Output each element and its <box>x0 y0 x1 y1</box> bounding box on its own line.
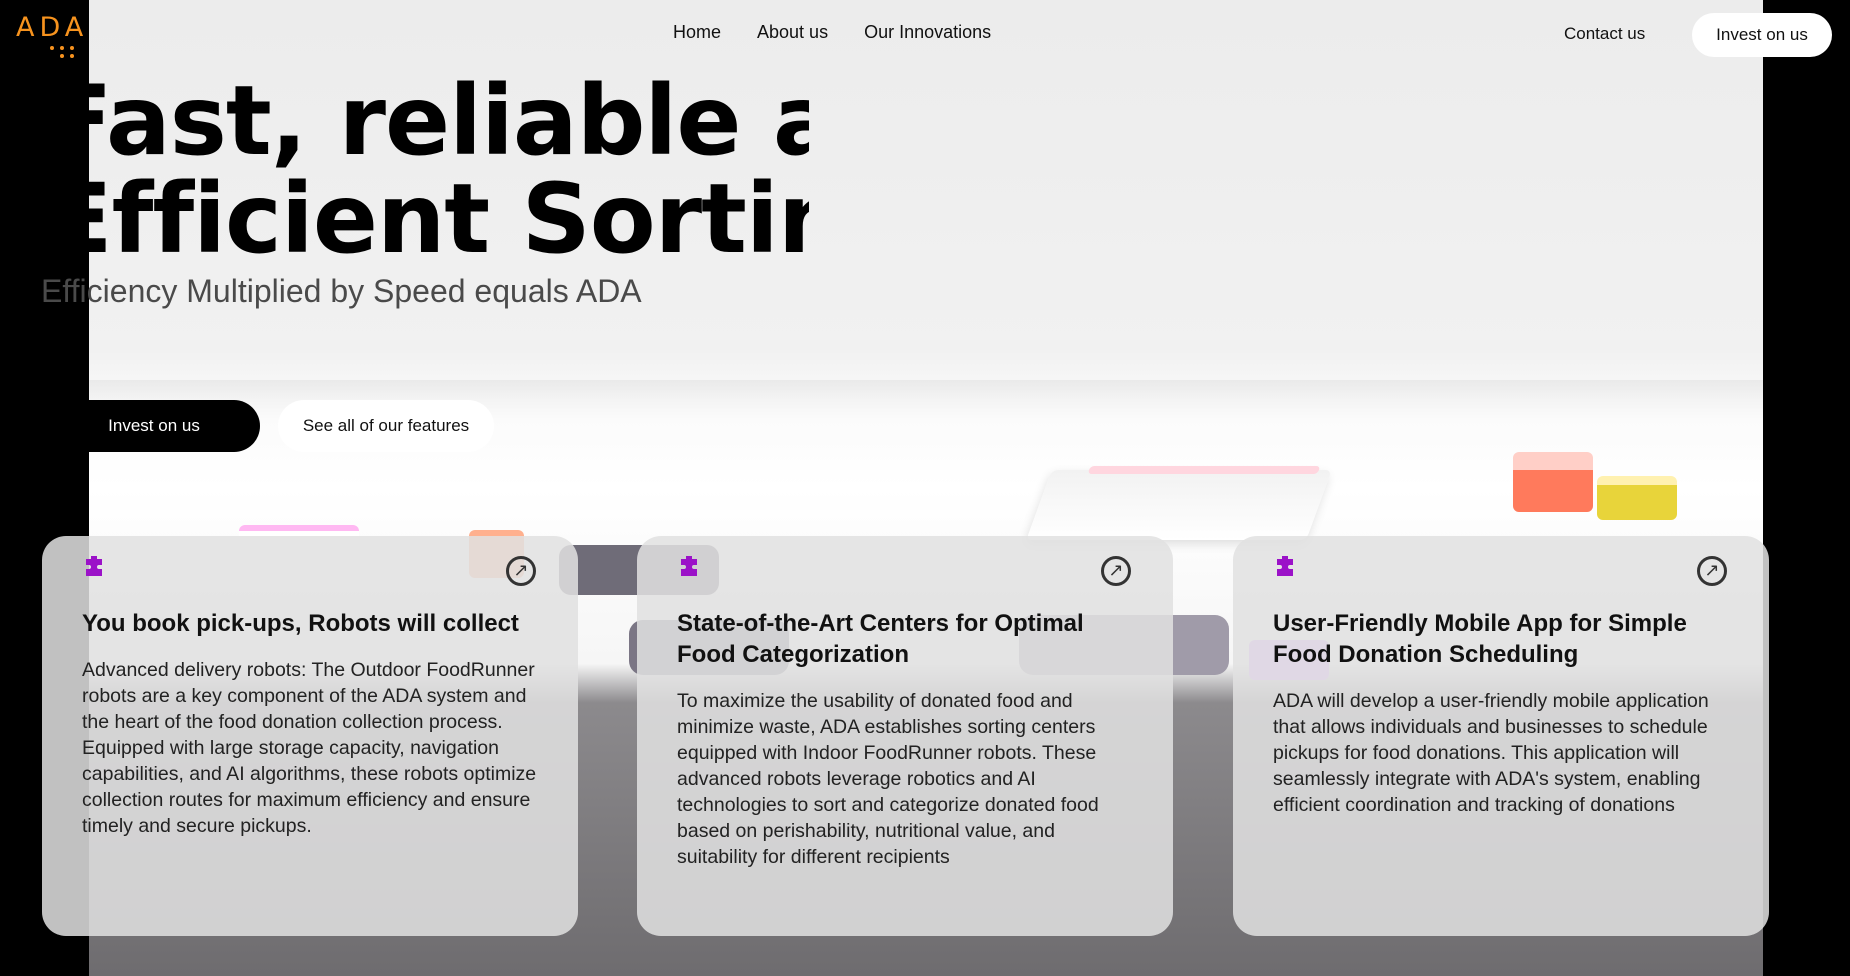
nav-contact-us[interactable]: Contact us <box>1564 24 1645 44</box>
hero-headline: Fast, reliable and Efficient Sorting <box>89 72 809 272</box>
invest-button[interactable]: Invest on us <box>48 400 260 452</box>
main-nav: Home About us Our Innovations <box>673 22 991 50</box>
sorting-tray <box>1026 470 1332 540</box>
feature-card-pickups[interactable]: ↗ You book pick-ups, Robots will collect… <box>42 536 578 936</box>
arrow-up-right-icon[interactable]: ↗ <box>1697 556 1727 586</box>
feature-card-mobile-app[interactable]: ↗ User-Friendly Mobile App for Simple Fo… <box>1233 536 1769 936</box>
red-box <box>1513 452 1593 512</box>
feature-card-centers[interactable]: ↗ State-of-the-Art Centers for Optimal F… <box>637 536 1173 936</box>
puzzle-icon <box>86 556 102 576</box>
headline-line-1: Fast, reliable and <box>89 72 809 177</box>
headline-line-2: Efficient Sorting <box>89 163 809 272</box>
puzzle-icon <box>681 556 697 576</box>
tray-accent <box>1087 466 1321 474</box>
card-title: You book pick-ups, Robots will collect <box>82 610 519 637</box>
card-body: To maximize the usability of donated foo… <box>677 690 1099 868</box>
logo-text: ADA <box>16 12 89 43</box>
card-body: Advanced delivery robots: The Outdoor Fo… <box>82 659 537 837</box>
puzzle-icon <box>1277 556 1293 576</box>
arrow-up-right-icon[interactable]: ↗ <box>1101 556 1131 586</box>
nav-about-us[interactable]: About us <box>757 22 828 50</box>
see-features-button[interactable]: See all of our features <box>278 400 494 452</box>
nav-our-innovations[interactable]: Our Innovations <box>864 22 991 50</box>
card-title: State-of-the-Art Centers for Optimal Foo… <box>677 610 1084 668</box>
card-title: User-Friendly Mobile App for Simple Food… <box>1273 610 1687 668</box>
nav-home[interactable]: Home <box>673 22 721 50</box>
invest-button-top[interactable]: Invest on us <box>1692 13 1832 57</box>
arrow-up-right-icon[interactable]: ↗ <box>506 556 536 586</box>
logo-dots-icon <box>46 46 86 66</box>
hero-subheadline: Efficiency Multiplied by Speed equals AD… <box>41 273 642 309</box>
ada-logo[interactable]: ADA <box>16 12 96 62</box>
yellow-box <box>1597 476 1677 520</box>
card-body: ADA will develop a user-friendly mobile … <box>1273 690 1709 816</box>
